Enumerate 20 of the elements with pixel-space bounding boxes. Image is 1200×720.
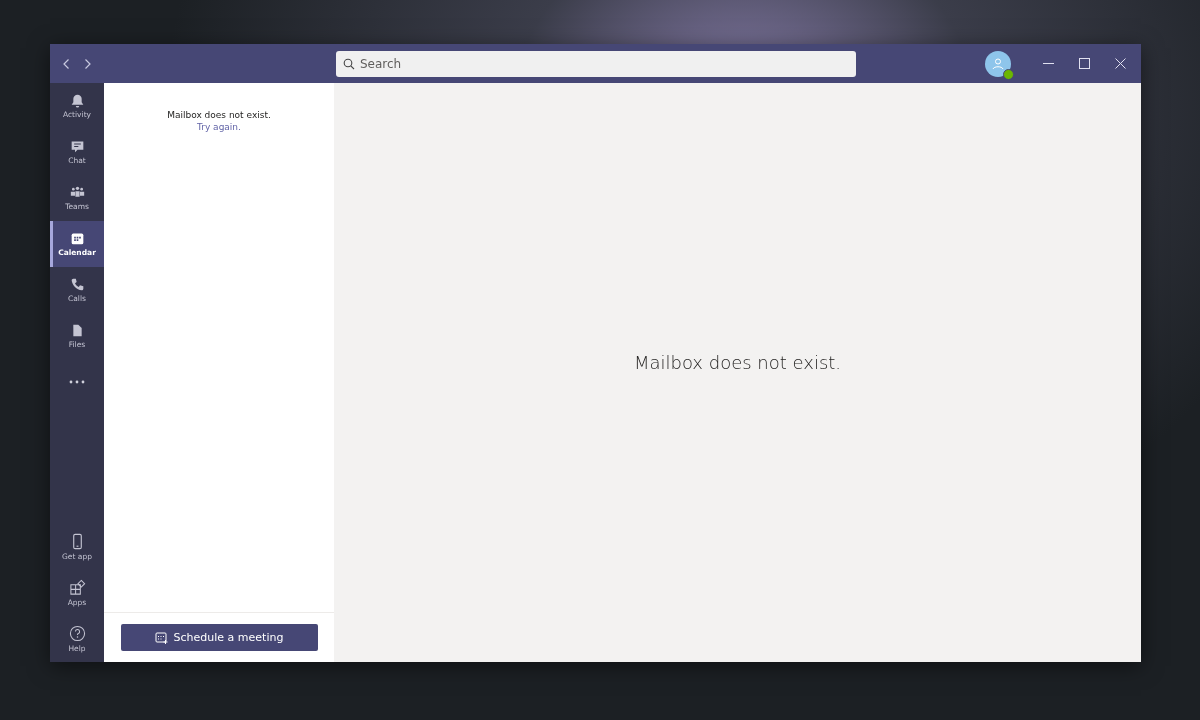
close-icon	[1114, 58, 1126, 69]
person-icon	[991, 56, 1005, 71]
phone-icon	[69, 277, 85, 292]
more-icon[interactable]	[69, 380, 85, 384]
maximize-icon	[1078, 58, 1090, 69]
calendar-add-icon	[154, 631, 168, 644]
search-field[interactable]: Search	[336, 50, 856, 77]
help-icon	[68, 625, 86, 642]
apps-icon	[68, 579, 86, 596]
chevron-right-icon	[83, 57, 92, 70]
bell-icon	[69, 93, 85, 108]
schedule-meeting-button[interactable]: Schedule a meeting	[120, 624, 318, 651]
try-again-link[interactable]: Try again.	[104, 122, 334, 132]
chat-icon	[69, 139, 85, 154]
error-message: Mailbox does not exist.	[166, 109, 272, 122]
teams-icon	[69, 185, 85, 200]
calendar-icon	[69, 231, 85, 246]
profile-avatar[interactable]	[985, 50, 1011, 77]
chevron-left-icon	[62, 57, 71, 70]
error-message: Mailbox does not exist.	[633, 352, 842, 373]
